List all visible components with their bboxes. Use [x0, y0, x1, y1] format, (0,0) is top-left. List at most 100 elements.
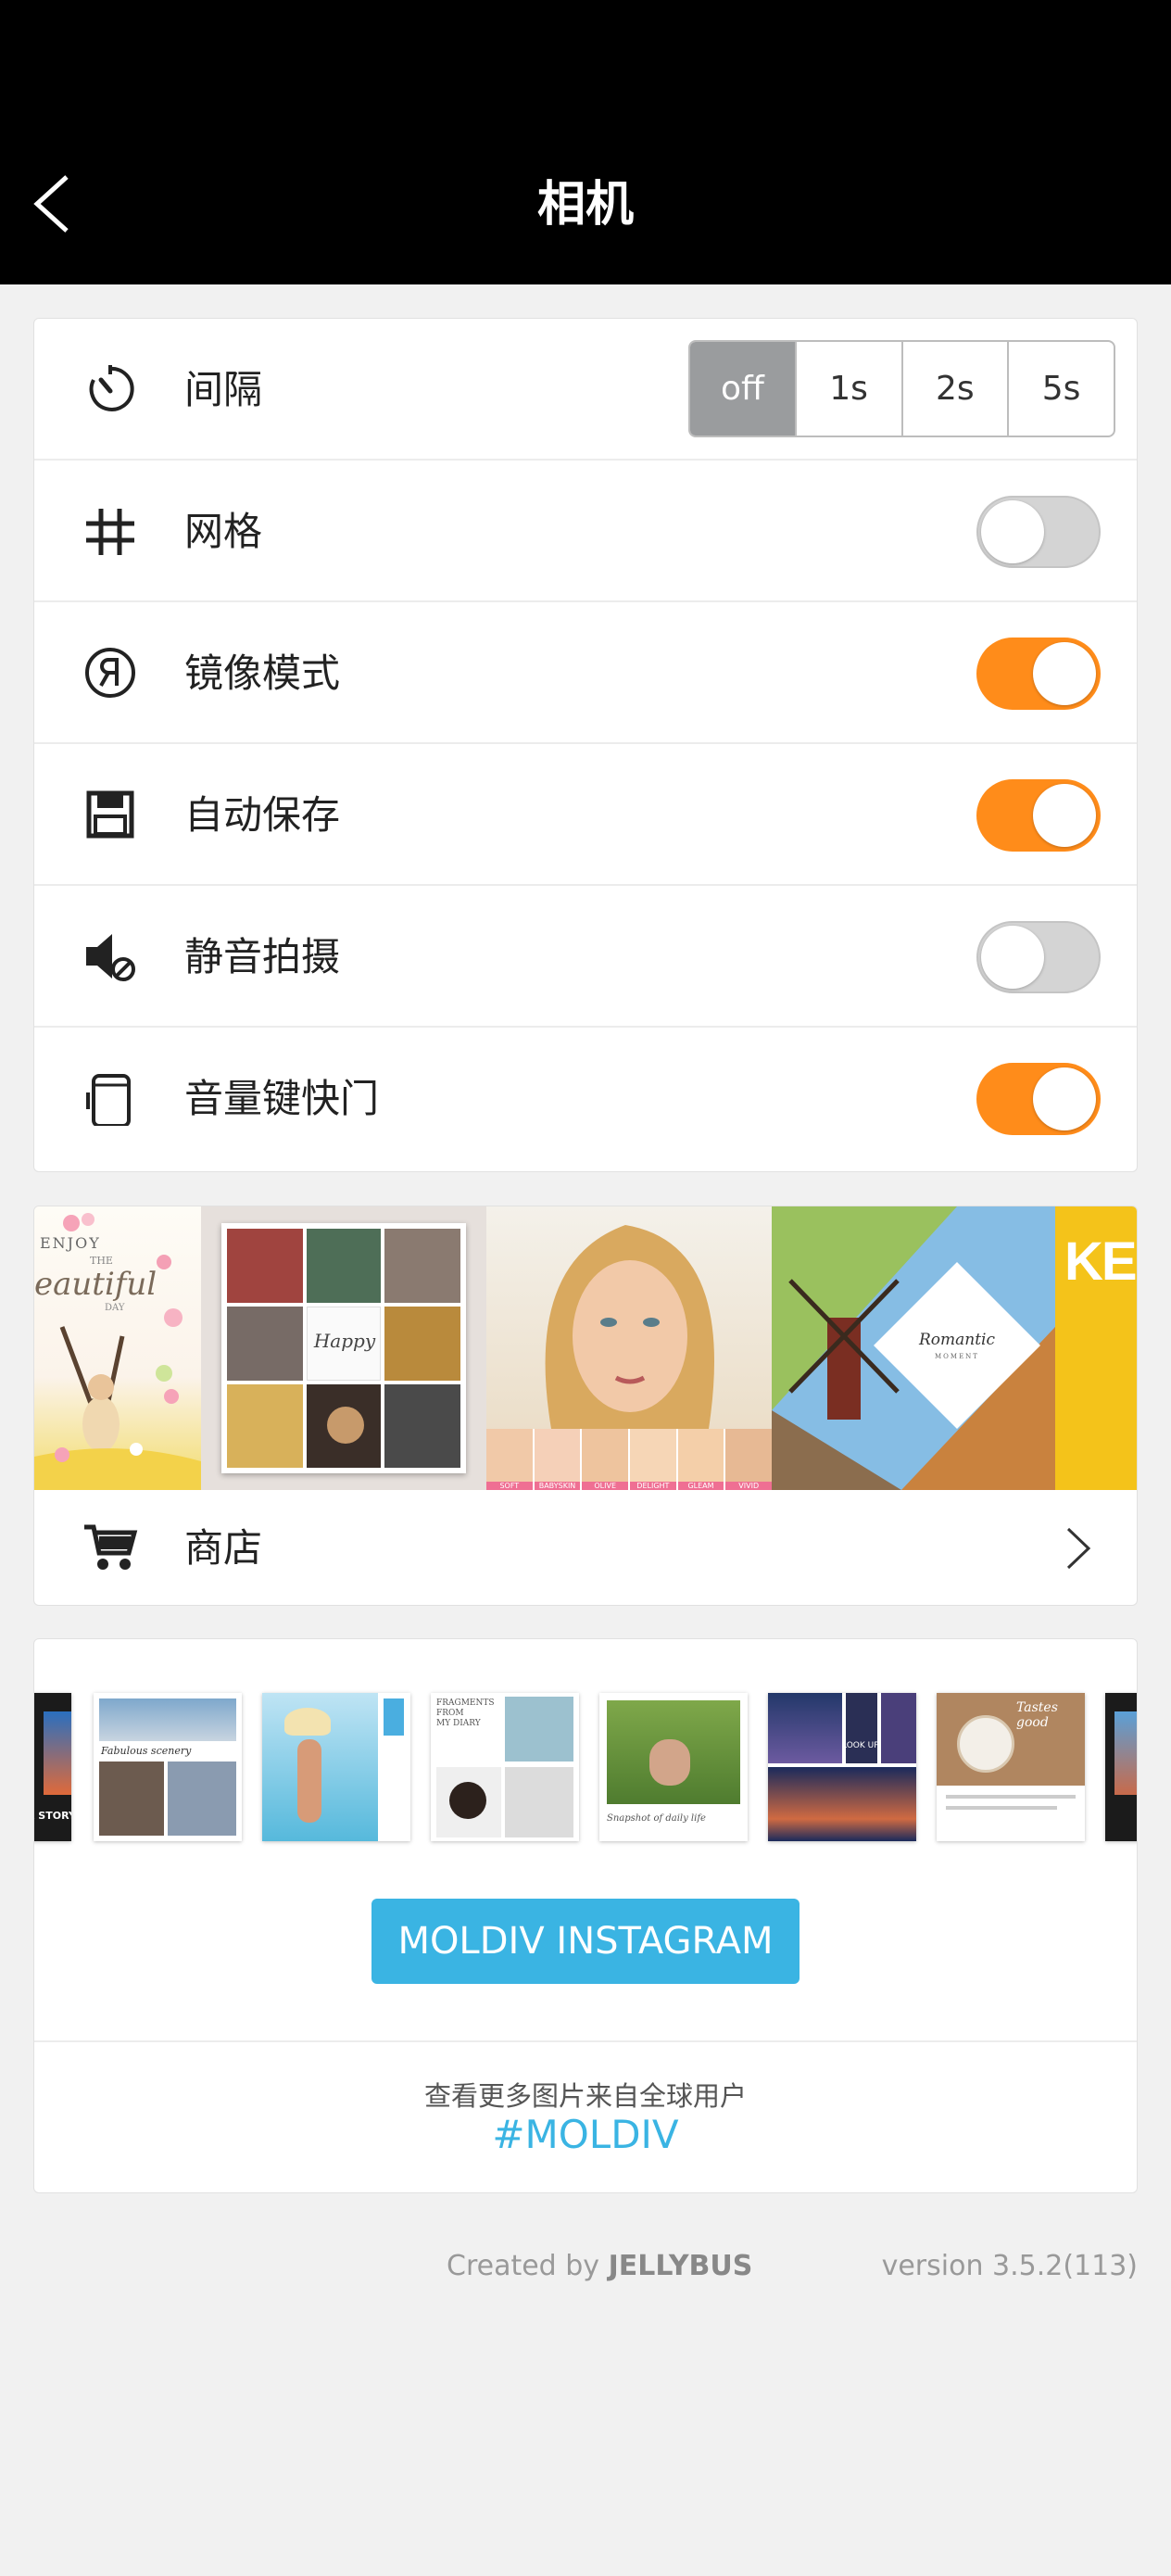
collage-center-card: Happy: [307, 1307, 381, 1381]
collage-photo: [384, 1384, 460, 1468]
store-banner[interactable]: ENJOY THE eautiful DAY Happy SOFT BABYSK…: [34, 1206, 1137, 1490]
mirror-row: 镜像模式: [34, 602, 1137, 744]
filter-thumb[interactable]: VIVID: [725, 1429, 772, 1490]
thumb-text: R STORY: [34, 1810, 71, 1822]
coffee-cup-shape: [449, 1782, 486, 1819]
filter-name: BABYSKIN: [534, 1482, 581, 1490]
volume-shutter-row: 音量键快门: [34, 1028, 1137, 1169]
thumb-text: Tastes good: [1016, 1700, 1058, 1730]
thumb-text-line: FROM: [436, 1709, 464, 1718]
thumb-photo: [505, 1697, 573, 1762]
instagram-thumb[interactable]: [1105, 1693, 1137, 1841]
figure-shape: [297, 1739, 321, 1823]
shopping-cart-icon: [84, 1524, 138, 1570]
thumb-text: LOOK UP: [842, 1741, 879, 1750]
toggle-knob: [1033, 642, 1096, 705]
instagram-thumb[interactable]: R STORY: [34, 1693, 71, 1841]
filter-thumb[interactable]: GLEAM: [677, 1429, 726, 1490]
interval-option-1s[interactable]: 1s: [794, 342, 901, 436]
interval-selector: off 1s 2s 5s: [688, 340, 1115, 437]
banner-tile-keep[interactable]: KEE: [1055, 1206, 1137, 1490]
filter-thumb[interactable]: DELIGHT: [630, 1429, 678, 1490]
banner-tile-romantic-moment[interactable]: Romantic MOMENT: [772, 1206, 1055, 1490]
instagram-thumb[interactable]: Snapshot of daily life: [599, 1693, 748, 1841]
thumb-text-line: FRAGMENTS: [436, 1698, 495, 1708]
banner-tile-portrait-filters[interactable]: SOFT BABYSKIN OLIVE DELIGHT GLEAM VIVID: [486, 1206, 772, 1490]
page-title: 相机: [536, 177, 634, 233]
grid-hash-icon: [86, 509, 134, 555]
filter-thumb[interactable]: BABYSKIN: [534, 1429, 583, 1490]
silent-row: 静音拍摄: [34, 886, 1137, 1028]
collage-photo: [227, 1229, 303, 1303]
mirror-label: 镜像模式: [184, 650, 341, 696]
instagram-thumb[interactable]: [262, 1693, 410, 1841]
thumb-text: Snapshot of daily life: [607, 1813, 706, 1824]
happy-script-text: Happy: [313, 1330, 376, 1352]
couple-shape: [649, 1739, 690, 1786]
moldiv-hashtag-link[interactable]: #MOLDIV: [34, 2112, 1137, 2157]
grid-toggle[interactable]: [976, 496, 1101, 568]
store-label: 商店: [184, 1525, 263, 1571]
thumb-photo: [384, 1698, 404, 1736]
autosave-row: 自动保存: [34, 744, 1137, 886]
text-line-shape: [946, 1806, 1057, 1810]
interval-option-2s[interactable]: 2s: [900, 342, 1008, 436]
text-line-shape: [946, 1795, 1076, 1799]
store-row[interactable]: 商店: [34, 1490, 1137, 1605]
silent-toggle[interactable]: [976, 921, 1101, 993]
interval-row: 间隔 off 1s 2s 5s: [34, 319, 1137, 461]
collage-photo: [227, 1384, 303, 1468]
volume-shutter-label: 音量键快门: [184, 1076, 380, 1121]
thumb-photo: [168, 1762, 236, 1836]
camera-settings-card: 间隔 off 1s 2s 5s 网格 镜像模式 自动保存 静音拍摄 音量键快门: [33, 318, 1138, 1172]
thumb-photo: [44, 1711, 71, 1795]
thumb-photo: [505, 1767, 573, 1837]
collage-photo: [307, 1384, 381, 1468]
woman-flowers-illustration: [34, 1213, 201, 1490]
filter-name: VIVID: [725, 1482, 772, 1490]
thumb-text: FRAGMENTS FROM MY DIARY: [436, 1698, 495, 1729]
banner-tile-beautiful-day[interactable]: ENJOY THE eautiful DAY: [34, 1206, 201, 1490]
collage-frame: Happy: [221, 1223, 466, 1473]
volume-shutter-toggle[interactable]: [976, 1063, 1101, 1135]
filter-name: DELIGHT: [630, 1482, 676, 1490]
jellybus-brand: JELLYBUS: [608, 2250, 753, 2282]
thumb-photo: [99, 1698, 236, 1741]
banner-tile-happy-collage[interactable]: Happy: [201, 1206, 486, 1490]
filter-strip: SOFT BABYSKIN OLIVE DELIGHT GLEAM VIVID: [486, 1429, 772, 1490]
moldiv-instagram-button[interactable]: MOLDIV INSTAGRAM: [371, 1899, 800, 1984]
toggle-knob: [1033, 784, 1096, 847]
instagram-thumb[interactable]: FRAGMENTS FROM MY DIARY: [431, 1693, 579, 1841]
collage-photo: [227, 1307, 303, 1381]
save-disk-icon: [86, 790, 134, 839]
moldiv-instagram-card: R STORY Fabulous scenery FRAGMENTS FROM …: [33, 1638, 1138, 2193]
grid-label: 网格: [184, 509, 263, 554]
timer-icon: [89, 365, 134, 411]
sunhat-shape: [284, 1708, 331, 1736]
header-bar: 相机: [0, 0, 1171, 284]
instagram-thumb[interactable]: Fabulous scenery: [94, 1693, 242, 1841]
divider: [34, 2040, 1137, 2042]
thumb-photo: [1114, 1711, 1137, 1795]
chevron-right-icon: [1066, 1527, 1091, 1570]
store-card: ENJOY THE eautiful DAY Happy SOFT BABYSK…: [33, 1206, 1138, 1606]
interval-option-5s[interactable]: 5s: [1007, 342, 1114, 436]
thumb-text-line: MY DIARY: [436, 1719, 481, 1728]
interval-label: 间隔: [184, 367, 263, 412]
instagram-thumb[interactable]: LOOK UP: [768, 1693, 916, 1841]
filter-thumb[interactable]: OLIVE: [582, 1429, 631, 1490]
mirror-toggle[interactable]: [976, 638, 1101, 710]
silent-label: 静音拍摄: [184, 934, 341, 979]
autosave-label: 自动保存: [184, 792, 341, 838]
moment-text: MOMENT: [935, 1353, 979, 1360]
filter-name: GLEAM: [677, 1482, 724, 1490]
toggle-knob: [981, 500, 1044, 563]
filter-thumb[interactable]: SOFT: [486, 1429, 535, 1490]
collage-photo: [384, 1307, 460, 1381]
toggle-knob: [981, 926, 1044, 989]
interval-option-off[interactable]: off: [690, 342, 795, 436]
autosave-toggle[interactable]: [976, 779, 1101, 852]
instagram-thumbnail-strip[interactable]: R STORY Fabulous scenery FRAGMENTS FROM …: [34, 1693, 1137, 1850]
instagram-thumb[interactable]: Tastes good: [937, 1693, 1085, 1841]
mute-speaker-icon: [86, 934, 135, 981]
